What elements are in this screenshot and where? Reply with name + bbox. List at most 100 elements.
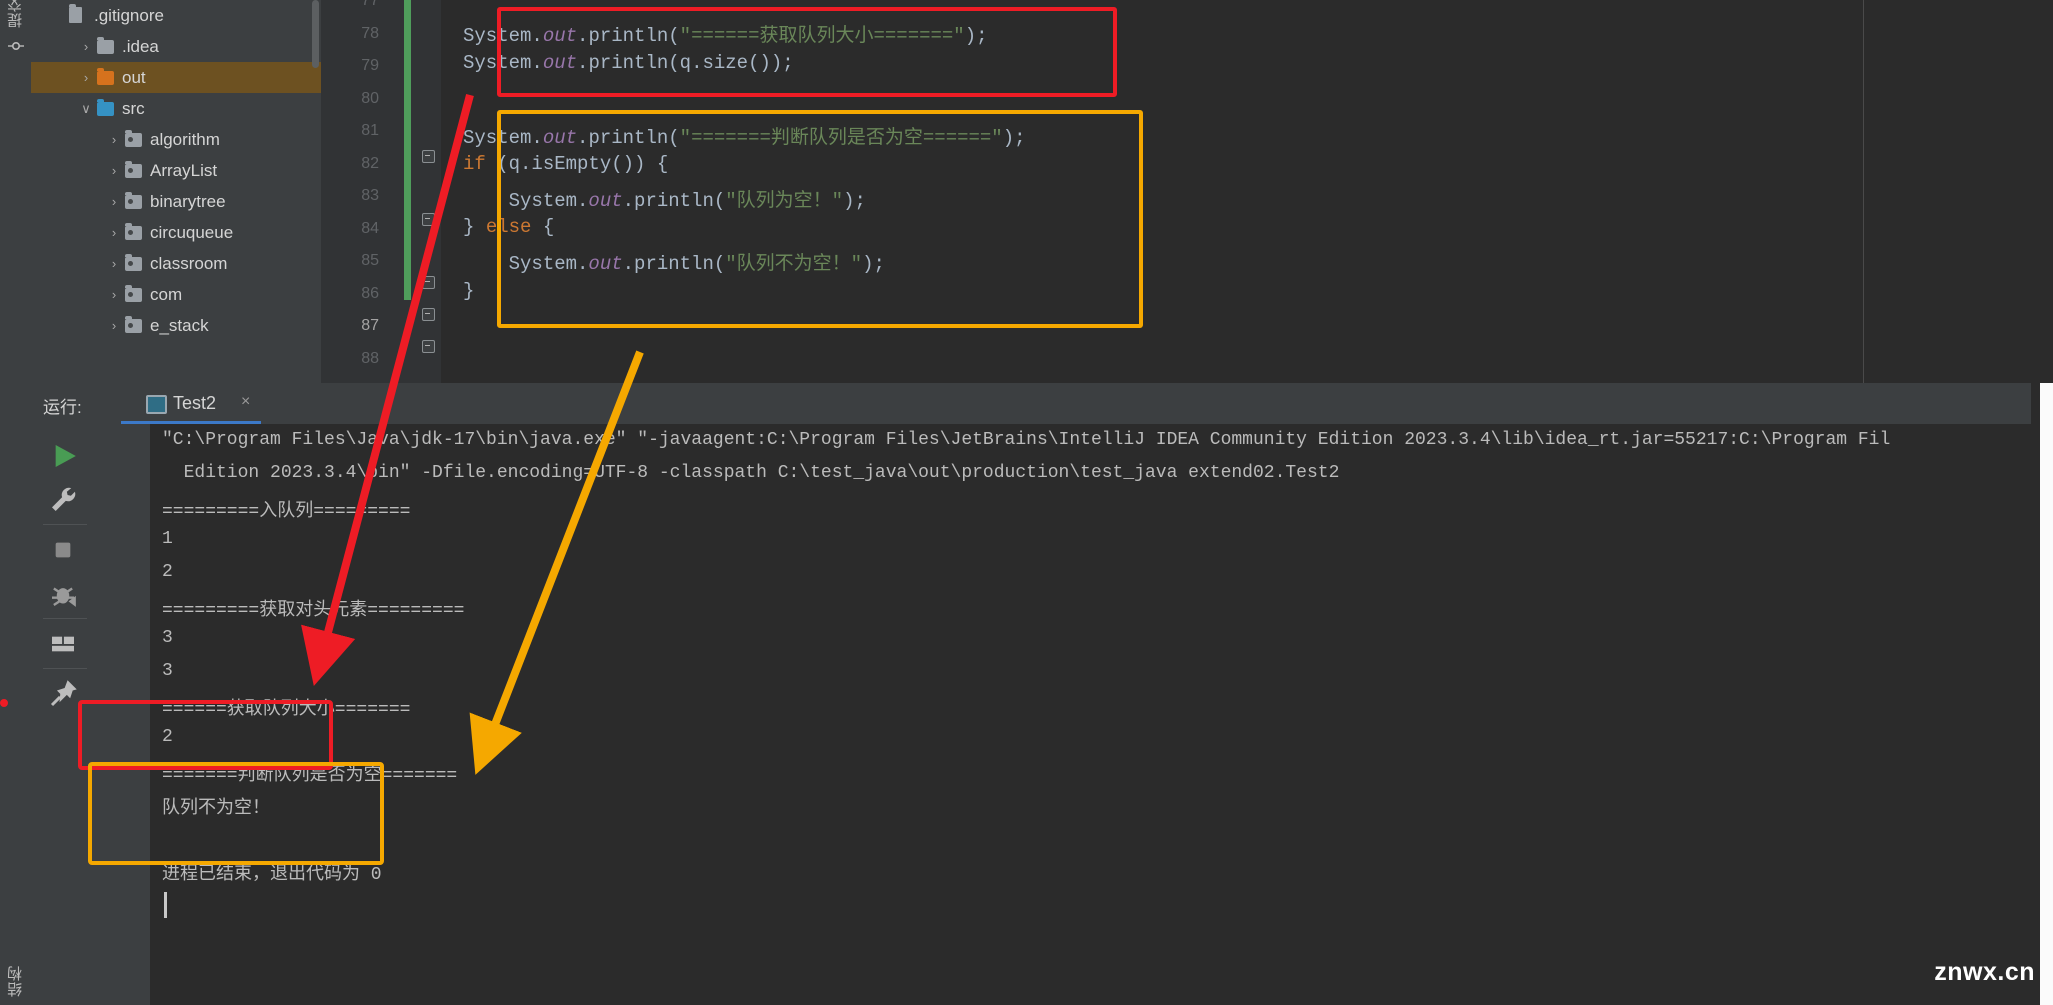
run-tab-label: Test2 — [173, 393, 217, 413]
code-token: System. — [463, 190, 589, 212]
code-line-86[interactable]: } — [463, 280, 474, 302]
chevron-right-icon[interactable]: › — [79, 31, 93, 62]
tree-item-label: com — [150, 285, 183, 304]
sidebar-tab-structure[interactable]: 结构 — [5, 965, 26, 997]
code-line-84[interactable]: } else { — [463, 216, 554, 238]
tree-item-com[interactable]: › com — [31, 279, 321, 310]
toolbar-separator — [43, 618, 87, 619]
line-number: 83 — [361, 187, 379, 204]
toolbar-separator — [43, 668, 87, 669]
package-icon — [125, 161, 142, 178]
rerun-failed-tests-button[interactable] — [41, 572, 85, 616]
tree-item-classroom[interactable]: › classroom — [31, 248, 321, 279]
chevron-right-icon[interactable]: › — [107, 217, 121, 248]
left-tool-strip[interactable]: 提交 结构 — [0, 0, 31, 1005]
watermark: znwx.cn — [1934, 958, 2035, 986]
console-line: 进程已结束，退出代码为 0 — [162, 865, 382, 885]
gitignore-file-icon — [69, 4, 82, 23]
run-toolbar-primary[interactable] — [31, 424, 105, 1005]
console-line: 3 — [162, 628, 173, 648]
line-number: 88 — [361, 349, 379, 367]
code-token: out — [542, 52, 578, 74]
code-token: "队列不为空！" — [725, 253, 863, 275]
package-icon — [125, 285, 142, 302]
code-token: System. — [463, 25, 543, 47]
editor-gutter[interactable]: 77 78 79 80 81 82 83 84 85 86 87 88 — [321, 0, 441, 383]
package-icon — [125, 254, 142, 271]
code-line-82[interactable]: if (q.isEmpty()) { — [463, 153, 668, 175]
code-editor[interactable]: System.out.println("======获取队列大小======="… — [441, 0, 1863, 383]
tree-item-circuqueue[interactable]: › circuqueue — [31, 217, 321, 248]
console-line: =========入队列========= — [162, 502, 411, 522]
code-line-83[interactable]: System.out.println("队列为空！"); — [463, 185, 866, 212]
console-line: ======获取队列大小======= — [162, 700, 411, 720]
console-output[interactable]: "C:\Program Files\Java\jdk-17\bin\java.e… — [150, 424, 2053, 1005]
console-line: 2 — [162, 727, 173, 747]
commit-icon[interactable] — [8, 38, 24, 54]
code-line-85[interactable]: System.out.println("队列不为空！"); — [463, 248, 885, 275]
settings-wrench-button[interactable] — [41, 478, 85, 522]
tree-item-e_stack[interactable]: › e_stack — [31, 310, 321, 341]
layout-button[interactable] — [41, 622, 85, 666]
code-fold-marker[interactable] — [422, 340, 435, 353]
tree-item-label: out — [122, 68, 146, 87]
tree-item-label: .gitignore — [94, 6, 164, 25]
folder-orange-icon — [97, 68, 114, 85]
code-token: out — [542, 127, 578, 149]
chevron-right-icon[interactable]: › — [107, 310, 121, 341]
project-tree-scrollbar[interactable] — [312, 0, 319, 68]
indent-guide — [498, 167, 499, 227]
code-token: .println( — [622, 253, 726, 275]
line-number: 82 — [361, 154, 379, 172]
stop-button[interactable] — [41, 528, 85, 572]
code-line-81[interactable]: System.out.println("=======判断队列是否为空=====… — [463, 122, 1026, 149]
code-token: .println( — [577, 25, 680, 47]
tree-item-out[interactable]: › out — [31, 62, 321, 93]
folder-grey-icon — [97, 37, 114, 54]
code-token: (q.isEmpty()) { — [485, 153, 669, 175]
tree-item-algorithm[interactable]: › algorithm — [31, 124, 321, 155]
tree-item-src[interactable]: ∨ src — [31, 93, 321, 124]
tree-item-gitignore[interactable]: .gitignore — [31, 0, 321, 31]
package-icon — [125, 130, 142, 147]
code-token: { — [531, 216, 555, 238]
code-token: System. — [463, 253, 589, 275]
run-button[interactable] — [41, 434, 85, 478]
tree-item-label: .idea — [122, 37, 159, 56]
code-token: System. — [463, 127, 543, 149]
pin-tab-button[interactable] — [41, 672, 85, 716]
code-line-79[interactable]: System.out.println(q.size()); — [463, 52, 794, 74]
console-line: "C:\Program Files\Java\jdk-17\bin\java.e… — [162, 430, 1891, 450]
chevron-right-icon[interactable]: › — [107, 279, 121, 310]
tree-item-arraylist[interactable]: › ArrayList — [31, 155, 321, 186]
line-number: 85 — [361, 252, 379, 269]
code-token: System. — [463, 52, 543, 74]
code-token: out — [588, 253, 623, 275]
tree-item-binarytree[interactable]: › binarytree — [31, 186, 321, 217]
toolbar-separator — [43, 524, 87, 525]
code-token: ); — [1002, 127, 1026, 149]
close-icon[interactable]: × — [241, 393, 250, 411]
chevron-right-icon[interactable]: › — [107, 155, 121, 186]
line-number: 81 — [361, 122, 379, 139]
line-number: 80 — [361, 89, 379, 107]
chevron-right-icon[interactable]: › — [107, 248, 121, 279]
line-number: 87 — [361, 317, 379, 334]
chevron-down-icon[interactable]: ∨ — [79, 93, 93, 124]
code-token: } — [463, 216, 486, 238]
run-toolbar-secondary[interactable] — [105, 424, 221, 1005]
chevron-right-icon[interactable]: › — [107, 186, 121, 217]
project-tree-panel[interactable]: .gitignore › .idea › out ∨ src › algorithm › Array… — [31, 0, 321, 383]
line-number: 84 — [361, 219, 379, 237]
tree-item-idea[interactable]: › .idea — [31, 31, 321, 62]
code-fold-marker[interactable] — [422, 150, 435, 163]
code-fold-marker[interactable] — [422, 308, 435, 321]
code-fold-marker[interactable] — [422, 276, 435, 289]
code-line-78[interactable]: System.out.println("======获取队列大小======="… — [463, 20, 988, 47]
sidebar-tab-commit[interactable]: 提交 — [5, 0, 26, 28]
code-fold-marker[interactable] — [422, 213, 435, 226]
code-token: out — [542, 25, 578, 47]
chevron-right-icon[interactable]: › — [107, 124, 121, 155]
chevron-right-icon[interactable]: › — [79, 62, 93, 93]
package-icon — [125, 192, 142, 209]
